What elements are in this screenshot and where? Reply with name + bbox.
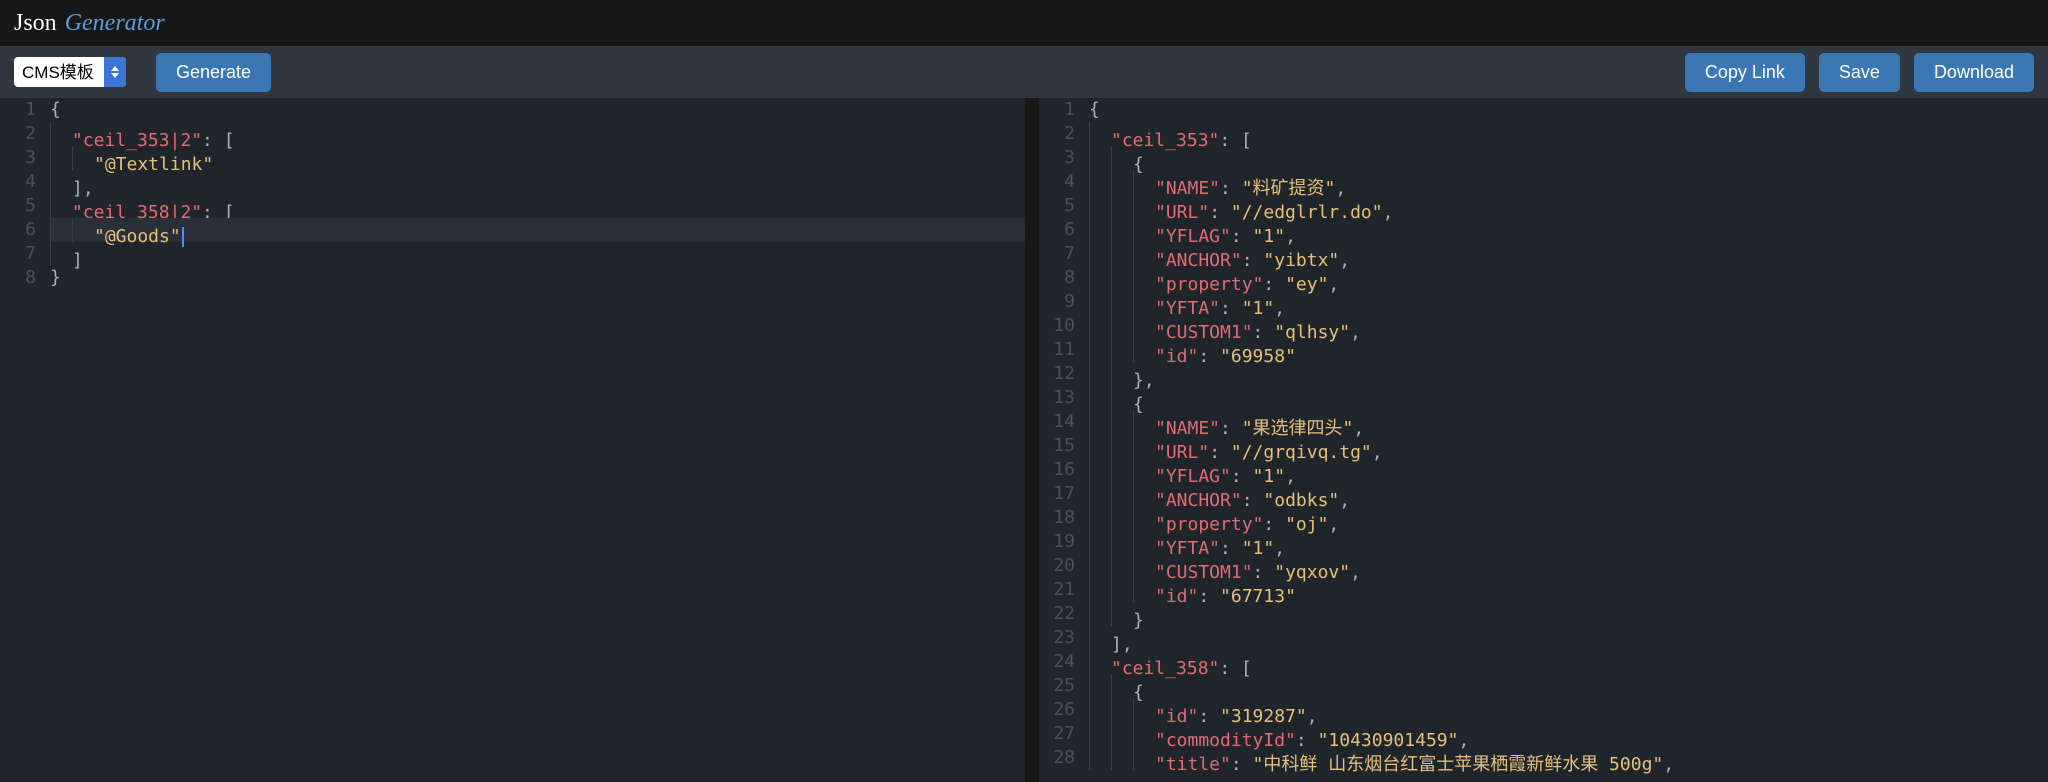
- generate-button[interactable]: Generate: [156, 53, 271, 92]
- app-header: Json Generator: [0, 0, 2048, 46]
- copy-link-button[interactable]: Copy Link: [1685, 53, 1805, 92]
- logo-generator: Generator: [65, 10, 165, 37]
- editors-container: 12345678 {"ceil_353|2": ["@Textlink"],"c…: [0, 98, 2048, 782]
- output-editor[interactable]: 1234567891011121314151617181920212223242…: [1039, 98, 2048, 782]
- logo-json: Json: [14, 10, 57, 37]
- toolbar: CMS模板 Generate Copy Link Save Download: [0, 46, 2048, 98]
- code-right[interactable]: {"ceil_353": [{"NAME": "料矿提资","URL": "//…: [1089, 98, 2048, 770]
- template-editor[interactable]: 12345678 {"ceil_353|2": ["@Textlink"],"c…: [0, 98, 1025, 782]
- gutter-left: 12345678: [0, 98, 46, 290]
- editor-divider: [1025, 98, 1039, 782]
- template-select[interactable]: CMS模板: [14, 57, 126, 87]
- template-select-wrap[interactable]: CMS模板: [14, 57, 126, 87]
- download-button[interactable]: Download: [1914, 53, 2034, 92]
- code-left[interactable]: {"ceil_353|2": ["@Textlink"],"ceil_358|2…: [50, 98, 1025, 290]
- gutter-right: 1234567891011121314151617181920212223242…: [1039, 98, 1085, 770]
- save-button[interactable]: Save: [1819, 53, 1900, 92]
